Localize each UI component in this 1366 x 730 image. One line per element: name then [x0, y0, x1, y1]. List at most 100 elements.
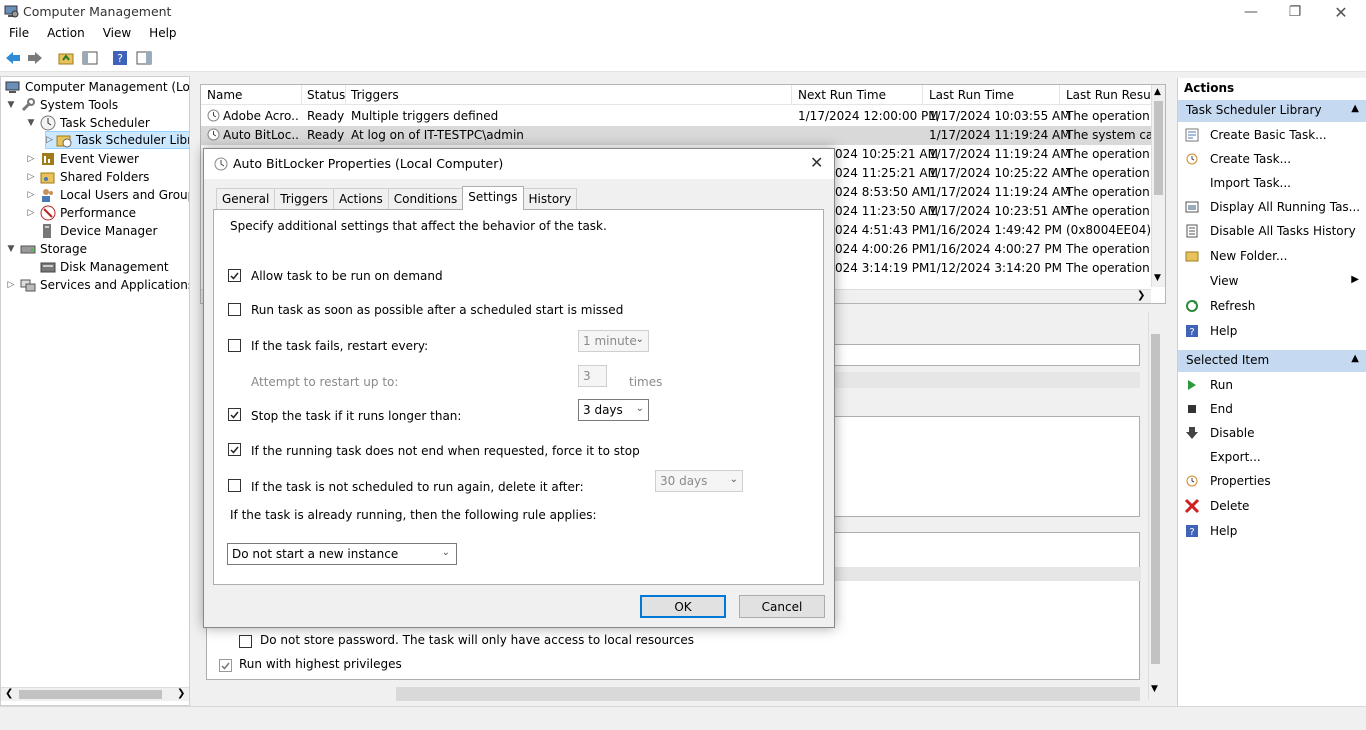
allow-run-on-demand-checkbox[interactable] — [228, 269, 241, 282]
action-help-selected[interactable]: ? Help — [1178, 520, 1366, 542]
scrollbar-thumb[interactable] — [19, 690, 162, 699]
tree-item-task-scheduler-library[interactable]: ▷ Task Scheduler Libra — [45, 131, 189, 149]
svg-text:?: ? — [117, 52, 123, 65]
chevron-right-icon[interactable]: ▷ — [5, 280, 17, 290]
table-row[interactable]: Adobe Acro... Ready Multiple triggers de… — [201, 107, 1151, 126]
action-import-task[interactable]: Import Task... — [1178, 172, 1366, 194]
dialog-close-button[interactable]: ✕ — [810, 153, 823, 172]
action-new-folder[interactable]: New Folder... — [1178, 245, 1366, 267]
restart-on-fail-checkbox[interactable] — [228, 339, 241, 352]
menu-file[interactable]: File — [0, 24, 38, 44]
column-header-next-run[interactable]: Next Run Time — [798, 88, 886, 102]
action-properties[interactable]: Properties — [1178, 470, 1366, 492]
tree-item-task-scheduler[interactable]: ▼ Task Scheduler — [25, 114, 150, 132]
running-rule-select[interactable]: Do not start a new instance ⌄ — [227, 543, 457, 565]
ok-button[interactable]: OK — [640, 595, 726, 618]
delete-after-select[interactable]: 30 days ⌄ — [655, 470, 743, 492]
run-highest-privileges-checkbox[interactable] — [219, 659, 232, 672]
collapse-icon[interactable]: ▲ — [1351, 103, 1359, 114]
chevron-down-icon: ⌄ — [635, 334, 644, 345]
forward-button[interactable] — [26, 49, 44, 67]
tree-item-storage[interactable]: ▼ Storage — [5, 240, 87, 258]
table-row-selected[interactable]: Auto BitLoc... Ready At log on of IT-TES… — [201, 126, 1151, 145]
column-header-last-run[interactable]: Last Run Time — [929, 88, 1014, 102]
scroll-right-icon[interactable]: ❯ — [1137, 290, 1145, 301]
column-header-status[interactable]: Status — [307, 88, 345, 102]
help-icon: ? — [113, 51, 127, 65]
action-disable-history[interactable]: Disable All Tasks History — [1178, 220, 1366, 242]
do-not-store-password-checkbox[interactable] — [239, 635, 252, 648]
menu-action[interactable]: Action — [38, 24, 94, 44]
action-help[interactable]: ? Help — [1178, 320, 1366, 342]
action-create-basic-task[interactable]: Create Basic Task... — [1178, 124, 1366, 146]
action-display-running[interactable]: Display All Running Tas... — [1178, 196, 1366, 218]
tree-item-label: System Tools — [40, 98, 119, 112]
tab-triggers[interactable]: Triggers — [274, 188, 334, 210]
chevron-right-icon[interactable]: ▷ — [25, 154, 37, 164]
tree-item-event-viewer[interactable]: ▷ Event Viewer — [25, 150, 139, 168]
chevron-right-icon[interactable]: ▷ — [25, 172, 37, 182]
chevron-down-icon[interactable]: ▼ — [5, 244, 17, 254]
column-header-name[interactable]: Name — [207, 88, 242, 102]
chevron-right-icon[interactable]: ▷ — [25, 190, 37, 200]
task-list-vertical-scrollbar[interactable]: ▲ ▼ — [1151, 85, 1165, 287]
scroll-left-icon[interactable]: ❮ — [5, 688, 13, 699]
action-disable[interactable]: Disable — [1178, 422, 1366, 444]
collapse-icon[interactable]: ▲ — [1351, 353, 1359, 364]
chevron-right-icon[interactable]: ▷ — [25, 208, 37, 218]
scroll-up-icon[interactable]: ▲ — [1154, 87, 1161, 97]
restart-interval-select[interactable]: 1 minute ⌄ — [578, 330, 649, 352]
tree-horizontal-scrollbar[interactable]: ❮ ❯ — [1, 687, 189, 701]
menu-help[interactable]: Help — [140, 24, 185, 44]
attempt-count-input[interactable]: 3 — [578, 365, 607, 387]
scroll-down-icon[interactable]: ▼ — [1154, 273, 1161, 283]
action-refresh[interactable]: Refresh — [1178, 295, 1366, 317]
action-end[interactable]: End — [1178, 398, 1366, 420]
close-window-button[interactable]: ✕ — [1318, 0, 1364, 24]
tab-history[interactable]: History — [522, 188, 578, 210]
run-asap-checkbox[interactable] — [228, 303, 241, 316]
chevron-right-icon[interactable]: ▷ — [46, 135, 53, 145]
show-hide-tree-button[interactable] — [81, 49, 99, 67]
scroll-down-icon[interactable]: ▼ — [1151, 684, 1158, 694]
stop-if-runs-long-checkbox[interactable] — [228, 408, 241, 421]
tree-item-services-applications[interactable]: ▷ Services and Applications — [5, 276, 189, 294]
lower-vertical-scrollbar[interactable]: ▼ — [1148, 312, 1162, 700]
column-header-last-result[interactable]: Last Run Result — [1066, 88, 1159, 102]
force-stop-checkbox[interactable] — [228, 443, 241, 456]
action-export[interactable]: Export... — [1178, 446, 1366, 468]
stop-duration-select[interactable]: 3 days ⌄ — [578, 399, 649, 421]
tab-conditions[interactable]: Conditions — [387, 188, 464, 210]
delete-if-not-scheduled-checkbox[interactable] — [228, 479, 241, 492]
tree-item-device-manager[interactable]: Device Manager — [40, 222, 157, 240]
tree-item-computer-management[interactable]: Computer Management (Local — [5, 78, 189, 96]
tree-item-local-users-groups[interactable]: ▷ Local Users and Groups — [25, 186, 189, 204]
tab-general[interactable]: General — [216, 188, 276, 210]
tree-item-disk-management[interactable]: Disk Management — [40, 258, 169, 276]
menu-view[interactable]: View — [94, 24, 140, 44]
tree-item-performance[interactable]: ▷ Performance — [25, 204, 136, 222]
restore-button[interactable]: ❐ — [1272, 0, 1318, 24]
back-button[interactable] — [4, 49, 22, 67]
actions-section-selected[interactable]: Selected Item ▲ — [1178, 350, 1366, 372]
minimize-button[interactable]: — — [1228, 0, 1274, 24]
scrollbar-thumb[interactable] — [1154, 101, 1163, 195]
column-header-triggers[interactable]: Triggers — [351, 88, 399, 102]
tab-settings[interactable]: Settings — [462, 186, 524, 210]
tree-item-system-tools[interactable]: ▼ System Tools — [5, 96, 118, 114]
action-delete[interactable]: Delete — [1178, 495, 1366, 517]
show-hide-action-pane-button[interactable] — [135, 49, 153, 67]
tree-item-shared-folders[interactable]: ▷ Shared Folders — [25, 168, 150, 186]
tab-actions[interactable]: Actions — [332, 188, 389, 210]
scroll-right-icon[interactable]: ❯ — [177, 688, 185, 699]
action-run[interactable]: Run — [1178, 374, 1366, 396]
action-create-task[interactable]: Create Task... — [1178, 148, 1366, 170]
help-toolbar-button[interactable]: ? — [111, 49, 129, 67]
action-view[interactable]: View ▶ — [1178, 270, 1366, 292]
chevron-down-icon[interactable]: ▼ — [25, 118, 37, 128]
cancel-button[interactable]: Cancel — [739, 595, 825, 618]
scrollbar-thumb[interactable] — [1151, 334, 1160, 664]
actions-section-library[interactable]: Task Scheduler Library ▲ — [1178, 100, 1366, 122]
up-folder-button[interactable] — [57, 49, 75, 67]
chevron-down-icon[interactable]: ▼ — [5, 100, 17, 110]
